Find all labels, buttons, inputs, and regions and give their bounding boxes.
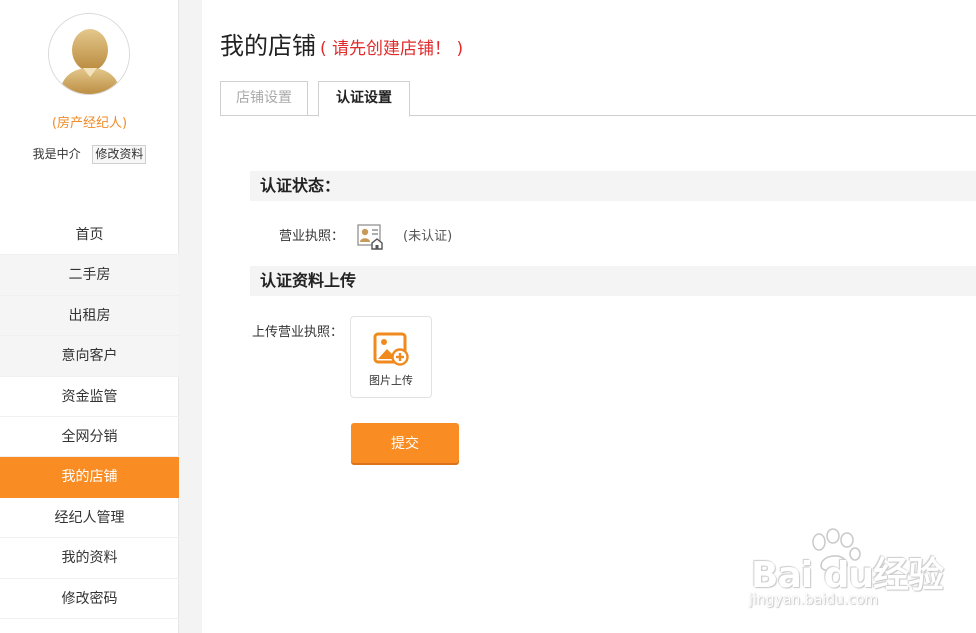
create-shop-warning: ( 请先创建店铺！ ) — [320, 39, 464, 59]
sidebar-item-home[interactable]: 首页 — [0, 215, 179, 256]
sidebar-item-clients[interactable]: 意向客户 — [0, 336, 179, 377]
page-title-text: 我的店铺 — [220, 32, 316, 60]
license-card-icon — [355, 223, 385, 251]
license-label: 营业执照： — [279, 229, 345, 244]
sidebar-item-rental[interactable]: 出租房 — [0, 295, 179, 337]
upload-license-label: 上传营业执照： — [252, 325, 344, 340]
sidebar: (房产经纪人) 我是中介 修改资料 首页 二手房 出租房 意向客户 资金监管 全… — [0, 0, 179, 633]
user-role: (房产经纪人) — [51, 116, 128, 131]
sidebar-item-my-profile[interactable]: 我的资料 — [0, 538, 179, 579]
user-avatar-icon — [49, 14, 129, 94]
image-upload-label: 图片上传 — [369, 374, 413, 387]
image-upload-button[interactable]: 图片上传 — [350, 316, 432, 398]
sidebar-item-distribution[interactable]: 全网分销 — [0, 417, 179, 458]
tab-shop-settings[interactable]: 店铺设置 — [220, 81, 308, 116]
sidebar-item-agents[interactable]: 经纪人管理 — [0, 498, 179, 539]
sidebar-gutter — [179, 0, 202, 633]
baidu-jingyan-watermark: Bai du经验 jingyan.baidu.com — [745, 528, 945, 613]
edit-profile-button[interactable]: 修改资料 — [92, 145, 147, 164]
tab-bar: 店铺设置 认证设置 — [220, 81, 976, 117]
sidebar-item-password[interactable]: 修改密码 — [0, 579, 179, 619]
image-add-icon — [373, 332, 409, 366]
license-status-row: 营业执照： (未认证) — [279, 224, 452, 250]
sidebar-item-funds[interactable]: 资金监管 — [0, 377, 179, 417]
avatar — [48, 13, 130, 95]
user-type: 我是中介 — [32, 147, 81, 161]
license-status: (未认证) — [403, 229, 453, 244]
section-upload: 认证资料上传 — [250, 266, 976, 296]
sidebar-nav: 首页 二手房 出租房 意向客户 资金监管 全网分销 我的店铺 经纪人管理 我的资… — [0, 215, 179, 619]
watermark-url: jingyan.baidu.com — [749, 592, 879, 608]
page-title: 我的店铺( 请先创建店铺！ ) — [220, 26, 463, 61]
sidebar-item-secondhand[interactable]: 二手房 — [0, 255, 179, 296]
tab-verification-settings[interactable]: 认证设置 — [318, 81, 410, 117]
watermark-brand: Bai du经验 — [751, 555, 944, 596]
sidebar-item-my-shop[interactable]: 我的店铺 — [0, 457, 179, 498]
section-verification-status: 认证状态： — [250, 171, 976, 201]
user-info: 我是中介 修改资料 — [0, 145, 179, 164]
submit-button[interactable]: 提交 — [351, 423, 459, 463]
